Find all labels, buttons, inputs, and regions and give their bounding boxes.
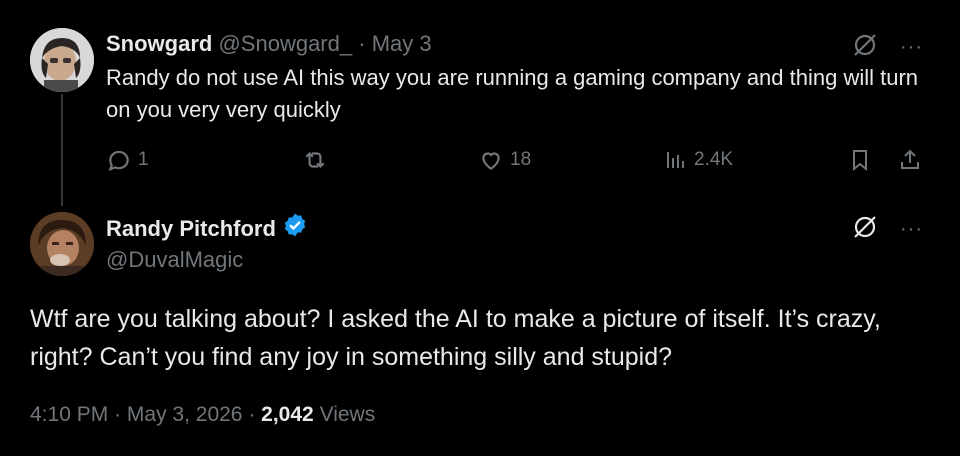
avatar[interactable] [30, 28, 94, 92]
views-icon [664, 147, 688, 173]
bookmark-icon [848, 147, 872, 173]
share-button[interactable] [898, 144, 922, 176]
reply-corner-actions: ··· [852, 32, 923, 63]
display-name[interactable]: Randy Pitchford [106, 214, 276, 244]
repost-icon [302, 147, 328, 173]
separator: · [114, 403, 122, 426]
bookmark-button[interactable] [848, 144, 872, 176]
tweet-date[interactable]: May 3, 2026 [127, 403, 243, 426]
reply-header: Snowgard @Snowgard_ · May 3 [106, 30, 432, 58]
handle[interactable]: @DuvalMagic [106, 246, 243, 274]
tweet-meta: 4:10 PM · May 3, 2026 · 2,042 Views [30, 400, 375, 430]
separator: · [248, 403, 256, 426]
tweet-corner-actions: ··· [852, 214, 923, 245]
views-button[interactable]: 2.4K [664, 144, 733, 176]
tweet-text: Wtf are you talking about? I asked the A… [30, 305, 881, 371]
reply-text: Randy do not use AI this way you are run… [106, 65, 919, 122]
verified-badge-icon[interactable] [282, 212, 308, 246]
views-label: Views [319, 403, 376, 426]
display-name[interactable]: Snowgard [106, 31, 212, 56]
separator: · [358, 31, 366, 56]
grok-icon[interactable] [852, 214, 878, 245]
repost-button[interactable] [302, 144, 334, 176]
avatar[interactable] [30, 212, 94, 276]
like-count: 18 [510, 149, 532, 170]
thread-line [61, 94, 63, 206]
views-count: 2.4K [694, 149, 734, 170]
more-icon[interactable]: ··· [900, 218, 923, 241]
views-count: 2,042 [261, 403, 314, 426]
share-icon [898, 147, 922, 173]
handle[interactable]: @Snowgard_ [218, 31, 352, 56]
like-icon [478, 147, 504, 173]
author-name[interactable]: Randy Pitchford [106, 212, 308, 246]
like-button[interactable]: 18 [478, 144, 531, 176]
tweet-time[interactable]: 4:10 PM [30, 403, 108, 426]
reply-count: 1 [138, 149, 149, 170]
reply-icon [106, 147, 132, 173]
reply-action-bar: 1 18 2.4K [106, 144, 926, 176]
timestamp[interactable]: May 3 [372, 31, 432, 56]
grok-icon[interactable] [852, 32, 878, 63]
more-icon[interactable]: ··· [900, 36, 923, 59]
reply-button[interactable]: 1 [106, 144, 149, 176]
